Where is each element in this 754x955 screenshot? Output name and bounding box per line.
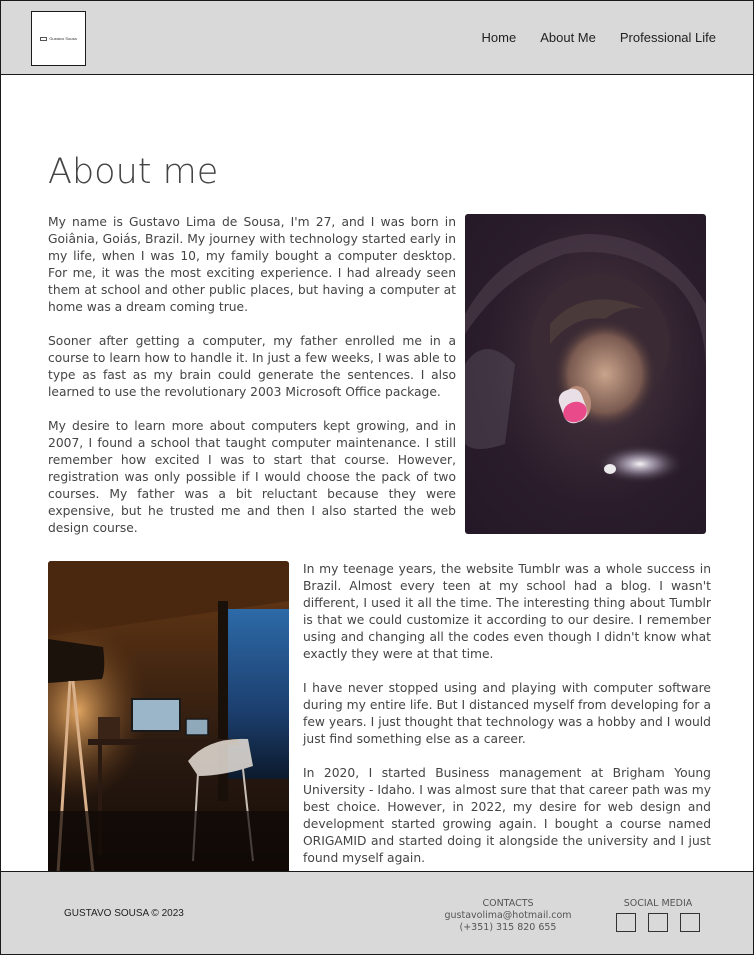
social-media-title: SOCIAL MEDIA xyxy=(623,898,693,909)
paragraph: My name is Gustavo Lima de Sousa, I'm 27… xyxy=(48,215,456,314)
contacts-block: CONTACTS gustavolima@hotmail.com (+351) … xyxy=(438,898,578,934)
photo-child-illustration xyxy=(465,234,706,484)
paragraph: I have never stopped using and playing w… xyxy=(303,681,711,746)
social-link-2-icon[interactable] xyxy=(648,913,668,932)
nav-about-me[interactable]: About Me xyxy=(540,30,596,45)
contact-email[interactable]: gustavolima@hotmail.com xyxy=(438,910,578,922)
social-media-block: SOCIAL MEDIA xyxy=(608,898,708,932)
contact-phone[interactable]: (+351) 315 820 655 xyxy=(438,922,578,934)
photo-desk-setup xyxy=(48,561,289,873)
logo-mark-icon xyxy=(40,36,48,41)
contacts-title: CONTACTS xyxy=(482,898,534,909)
logo-text: Gustavo Sousa xyxy=(49,36,77,41)
social-link-3-icon[interactable] xyxy=(680,913,700,932)
copyright: GUSTAVO SOUSA © 2023 xyxy=(64,908,184,919)
main-nav: Home About Me Professional Life xyxy=(482,30,716,45)
paragraph: In 2020, I started Business management a… xyxy=(303,766,711,865)
logo[interactable]: Gustavo Sousa xyxy=(31,11,86,66)
about-section-2: In my teenage years, the website Tumblr … xyxy=(303,561,711,884)
photo-child-with-flashlight xyxy=(465,214,706,534)
site-footer: GUSTAVO SOUSA © 2023 CONTACTS gustavolim… xyxy=(0,871,754,955)
photo-desk-illustration xyxy=(48,561,289,873)
social-icons xyxy=(608,913,708,932)
nav-professional-life[interactable]: Professional Life xyxy=(620,30,716,45)
paragraph: In my teenage years, the website Tumblr … xyxy=(303,562,711,661)
social-link-1-icon[interactable] xyxy=(616,913,636,932)
site-header: Gustavo Sousa Home About Me Professional… xyxy=(0,0,754,75)
page-title: About me xyxy=(48,152,219,192)
about-section-1: My name is Gustavo Lima de Sousa, I'm 27… xyxy=(48,214,456,554)
paragraph: My desire to learn more about computers … xyxy=(48,419,456,535)
nav-home[interactable]: Home xyxy=(482,30,517,45)
paragraph: Sooner after getting a computer, my fath… xyxy=(48,334,456,399)
